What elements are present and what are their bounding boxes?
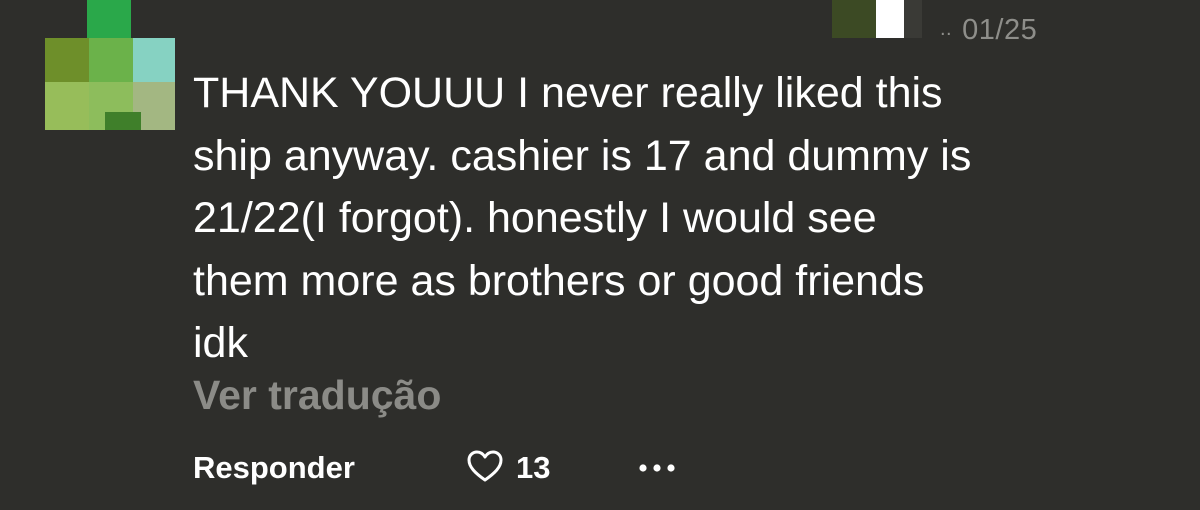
- username-pixel: [832, 0, 876, 38]
- avatar-pixel: [89, 38, 133, 82]
- avatar-pixel: [105, 112, 141, 130]
- username-censored[interactable]: [832, 0, 922, 38]
- comment-text: THANK YOUUU I never really liked this sh…: [193, 69, 972, 367]
- reply-button[interactable]: Responder: [193, 450, 355, 486]
- more-options-button[interactable]: [635, 454, 679, 482]
- like-count: 13: [516, 450, 551, 485]
- avatar-pixel: [87, 0, 131, 38]
- see-translation-link[interactable]: Ver tradução: [193, 372, 441, 419]
- more-dots-icon: [635, 464, 679, 486]
- username-pixel: [904, 0, 922, 38]
- username-pixel: [876, 0, 904, 38]
- avatar-pixel: [133, 38, 175, 82]
- avatar-pixel: [45, 82, 89, 130]
- avatar[interactable]: [45, 0, 175, 130]
- avatar-pixel: [45, 38, 89, 82]
- username-tail: ..: [940, 18, 953, 40]
- comment-actions: Responder 13: [193, 446, 893, 490]
- like-button[interactable]: 13: [466, 446, 550, 490]
- comment-date: 01/25: [962, 14, 1038, 46]
- comment-meta: .. 01/25: [940, 14, 1037, 47]
- heart-outline-icon: [466, 449, 516, 488]
